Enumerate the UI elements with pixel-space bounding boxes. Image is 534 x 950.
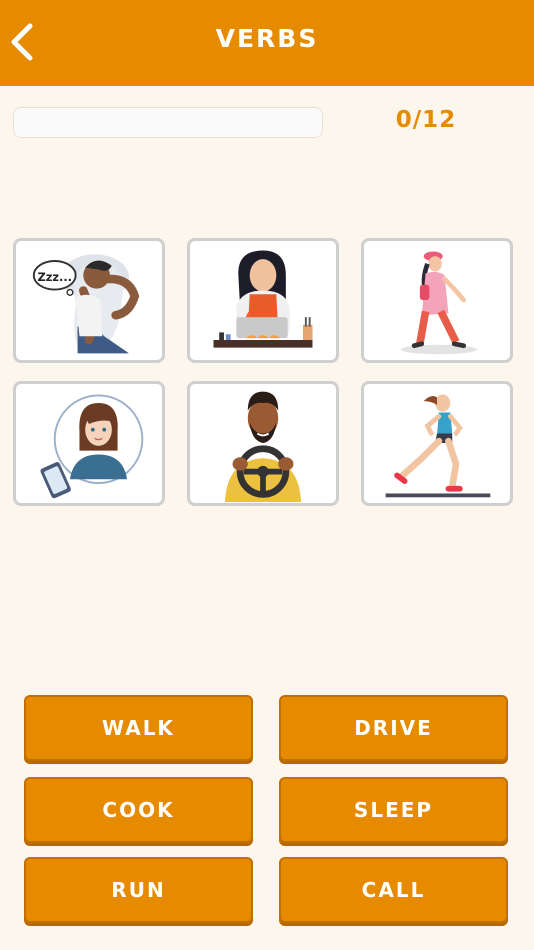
answer-button-call[interactable]: CALL — [279, 857, 508, 923]
answer-button-run[interactable]: RUN — [24, 857, 253, 923]
running-woman-icon — [385, 394, 491, 498]
image-card-walk[interactable] — [361, 238, 513, 363]
answer-button-drive[interactable]: DRIVE — [279, 695, 508, 761]
score-counter: 0/12 — [395, 107, 457, 133]
page-title: VERBS — [215, 24, 319, 53]
image-card-sleep[interactable]: Zzz... — [13, 238, 165, 363]
progress-bar — [13, 107, 323, 138]
answer-button-walk[interactable]: WALK — [24, 695, 253, 761]
image-card-run[interactable] — [361, 381, 513, 506]
image-card-drive[interactable] — [187, 381, 339, 506]
image-card-call[interactable] — [13, 381, 165, 506]
woman-on-phone-icon — [40, 394, 144, 499]
answer-button-sleep[interactable]: SLEEP — [279, 777, 508, 843]
sleeping-person-icon: Zzz... — [32, 254, 140, 354]
top-bar: VERBS — [0, 0, 534, 86]
cooking-woman-icon — [213, 250, 313, 348]
zzz-text: Zzz... — [37, 270, 72, 284]
image-card-cook[interactable] — [187, 238, 339, 363]
driving-man-icon — [224, 391, 302, 503]
walking-woman-icon — [400, 251, 477, 355]
answer-button-cook[interactable]: COOK — [24, 777, 253, 843]
